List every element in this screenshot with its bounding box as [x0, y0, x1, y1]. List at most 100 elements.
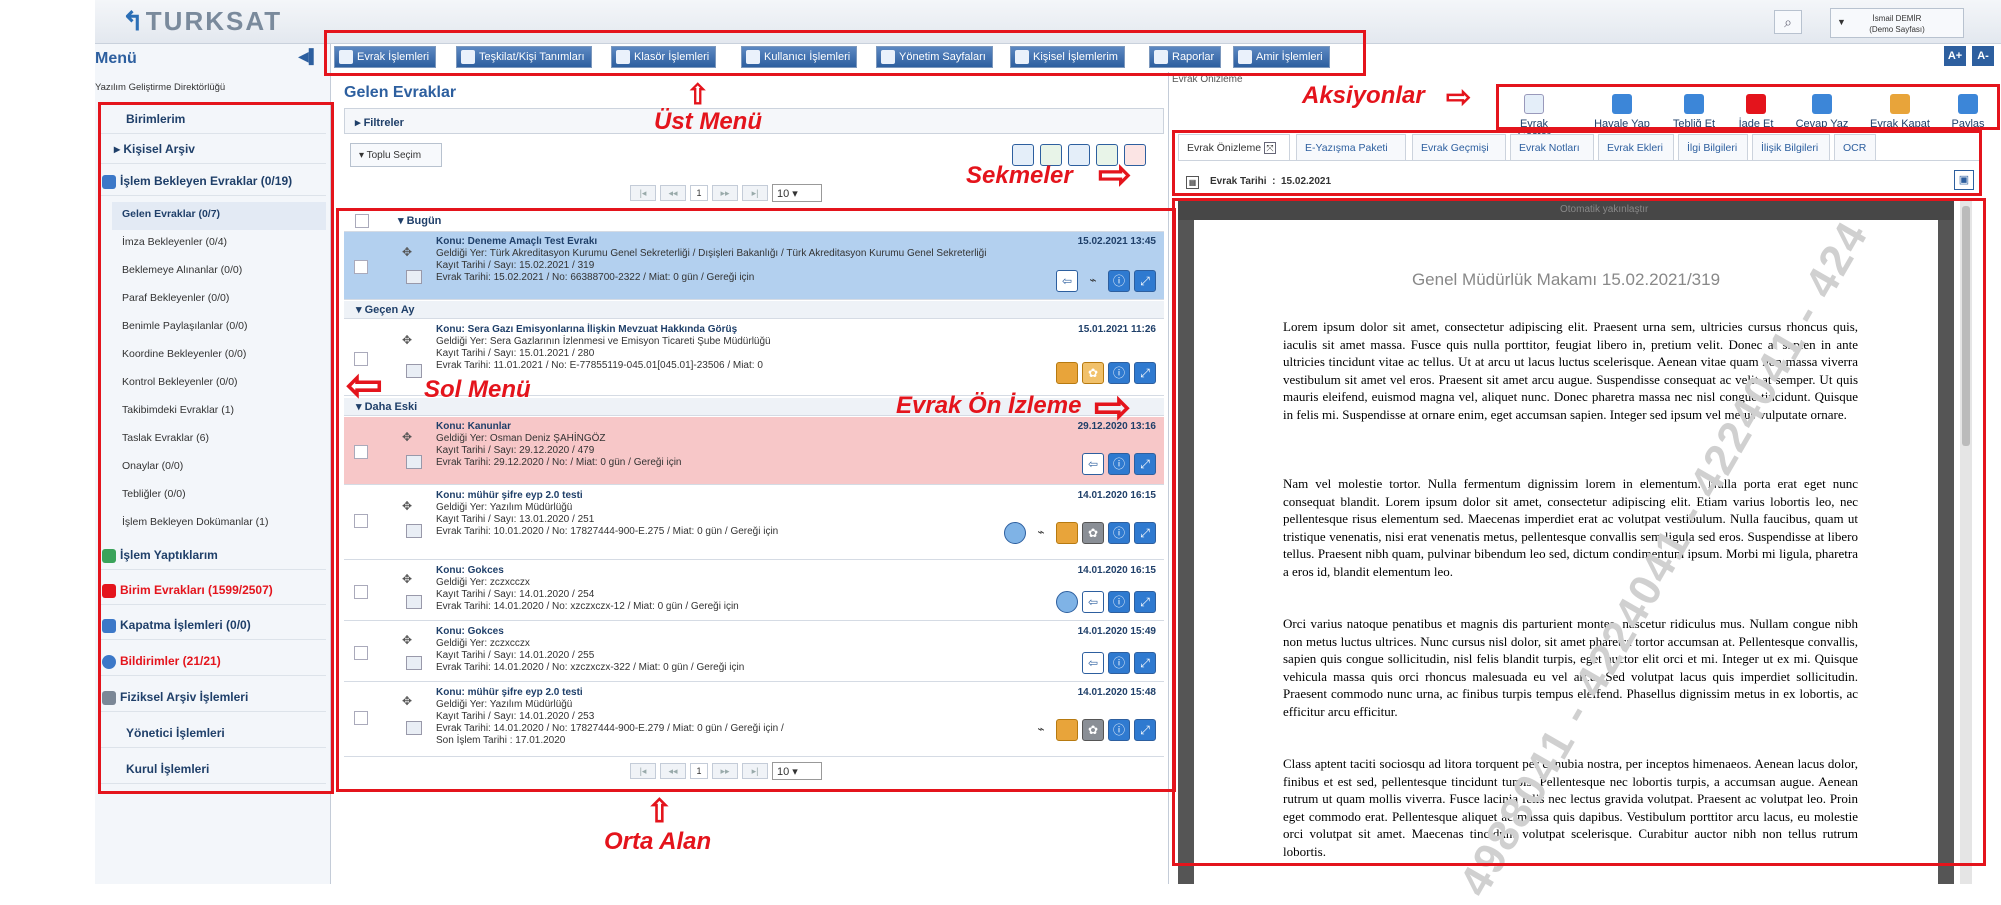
top-menu-amir[interactable]: Amir İşlemleri: [1233, 46, 1330, 68]
left-item-gelen-evraklar[interactable]: Gelen Evraklar (0/7): [112, 202, 326, 230]
top-menu-yonetim[interactable]: Yönetim Sayfaları: [876, 46, 993, 68]
attachment-icon[interactable]: ⌁: [1082, 270, 1104, 292]
left-item-dokumanlar[interactable]: İşlem Bekleyen Dokümanlar (1): [122, 510, 326, 538]
row-checkbox[interactable]: [354, 711, 368, 725]
move-icon[interactable]: ✥: [402, 500, 414, 512]
left-item-islem-yaptiklarim[interactable]: İşlem Yaptıklarım: [98, 540, 326, 570]
tab-e-yazisma[interactable]: E-Yazışma Paketi: [1296, 134, 1406, 160]
bulk-select-button[interactable]: ▾ Toplu Seçim: [350, 143, 442, 167]
attachment-icon[interactable]: ⌁: [1030, 522, 1052, 544]
left-item-taslak[interactable]: Taslak Evraklar (6): [122, 426, 326, 454]
left-item-birimlerim[interactable]: Birimlerim: [98, 104, 326, 134]
top-menu-evrak-islemleri[interactable]: Evrak İşlemleri: [334, 46, 437, 68]
return-icon[interactable]: ⇦: [1082, 652, 1104, 674]
collapse-menu-icon[interactable]: ◀▌: [298, 48, 319, 65]
splitter[interactable]: [1168, 72, 1169, 884]
move-icon[interactable]: ✥: [402, 246, 414, 258]
group-last-month[interactable]: ▾ Geçen Ay: [344, 301, 1164, 319]
action-iade-et[interactable]: İade Et: [1724, 94, 1788, 130]
tab-ilgi-bilgileri[interactable]: İlgi Bilgileri: [1678, 134, 1748, 160]
badge-icon[interactable]: ✿: [1082, 522, 1104, 544]
left-item-islem-bekleyen[interactable]: İşlem Bekleyen Evraklar (0/19): [98, 166, 326, 196]
badge-icon[interactable]: ✿: [1082, 362, 1104, 384]
left-item-takibimdeki[interactable]: Takibimdeki Evraklar (1): [122, 398, 326, 426]
left-item-kapatma[interactable]: Kapatma İşlemleri (0/0): [98, 610, 326, 640]
action-cevap-yaz[interactable]: Cevap Yaz: [1790, 94, 1854, 130]
tab-evrak-gecmisi[interactable]: Evrak Geçmişi: [1412, 134, 1506, 160]
left-item-koordine[interactable]: Koordine Bekleyenler (0/0): [122, 342, 326, 370]
comment-icon[interactable]: [1056, 591, 1078, 613]
tab-ocr[interactable]: OCR: [1834, 134, 1876, 160]
move-icon[interactable]: ✥: [402, 431, 414, 443]
user-menu[interactable]: ▼ İsmail DEMİR (Demo Sayfası): [1830, 8, 1964, 38]
attachment-icon[interactable]: ⌁: [1030, 719, 1052, 741]
move-icon[interactable]: ✥: [402, 334, 414, 346]
expand-icon[interactable]: ⤧: [1264, 142, 1277, 154]
left-item-beklemeye-alinanlar[interactable]: Beklemeye Alınanlar (0/0): [122, 258, 326, 286]
row-checkbox[interactable]: [354, 646, 368, 660]
tab-evrak-ekleri[interactable]: Evrak Ekleri: [1598, 134, 1674, 160]
open-icon[interactable]: ⤢: [1134, 652, 1156, 674]
top-menu-kullanici[interactable]: Kullanıcı İşlemleri: [741, 46, 858, 68]
row-checkbox[interactable]: [354, 585, 368, 599]
info-icon[interactable]: ⓘ: [1108, 362, 1130, 384]
tab-evrak-notlari[interactable]: Evrak Notları: [1510, 134, 1594, 160]
info-icon[interactable]: ⓘ: [1108, 522, 1130, 544]
left-item-yonetici[interactable]: Yönetici İşlemleri: [98, 718, 326, 748]
left-item-benimle-paylasilanlar[interactable]: Benimle Paylaşılanlar (0/0): [122, 314, 326, 342]
info-icon[interactable]: ⓘ: [1108, 652, 1130, 674]
left-item-kisisel-arsiv[interactable]: ▸ Kişisel Arşiv: [98, 134, 326, 164]
open-icon[interactable]: ⤢: [1134, 719, 1156, 741]
top-menu-raporlar[interactable]: Raporlar: [1149, 46, 1222, 68]
folder-icon[interactable]: [1056, 522, 1078, 544]
table-row[interactable]: ✥ Konu: Gokces Geldiği Yer: zczxcczx Kayıt…: [344, 561, 1164, 621]
info-icon[interactable]: ⓘ: [1108, 270, 1130, 292]
info-icon[interactable]: ⓘ: [1108, 453, 1130, 475]
badge-icon[interactable]: ✿: [1082, 719, 1104, 741]
folder-icon[interactable]: [1056, 719, 1078, 741]
page-size-select[interactable]: 10 ▾: [772, 184, 822, 202]
open-icon[interactable]: ⤢: [1134, 522, 1156, 544]
last-page-button[interactable]: ▸|: [742, 185, 768, 201]
open-icon[interactable]: ⤢: [1134, 270, 1156, 292]
left-item-kontrol[interactable]: Kontrol Bekleyenler (0/0): [122, 370, 326, 398]
action-havale-yap[interactable]: Havale Yap: [1590, 94, 1654, 130]
table-row[interactable]: ✥ Konu: Deneme Amaçlı Test Evrakı Geldiği…: [344, 232, 1164, 300]
first-page-button[interactable]: |◂: [630, 185, 656, 201]
open-icon[interactable]: ⤢: [1134, 453, 1156, 475]
move-icon[interactable]: ✥: [402, 634, 414, 646]
return-icon[interactable]: ⇦: [1082, 591, 1104, 613]
pdf-scrollbar-thumb[interactable]: [1962, 206, 1970, 446]
left-item-tebligler[interactable]: Tebliğler (0/0): [122, 482, 326, 510]
left-item-onaylar[interactable]: Onaylar (0/0): [122, 454, 326, 482]
prev-page-button[interactable]: ◂◂: [660, 763, 686, 779]
left-item-kurul[interactable]: Kurul İşlemleri: [98, 754, 326, 784]
table-row[interactable]: ✥ Konu: mühür şifre eyp 2.0 testi Geldiği…: [344, 683, 1164, 757]
action-evrak-kapat[interactable]: Evrak Kapat: [1868, 94, 1932, 130]
left-item-imza-bekleyenler[interactable]: İmza Bekleyenler (0/4): [122, 230, 326, 258]
open-icon[interactable]: ⤢: [1134, 591, 1156, 613]
comment-icon[interactable]: [1004, 522, 1026, 544]
table-row[interactable]: ✥ Konu: Kanunlar Geldiği Yer: Osman Deniz…: [344, 417, 1164, 485]
action-paylas[interactable]: Paylaş: [1938, 94, 1998, 130]
tab-evrak-onizleme[interactable]: Evrak Önizleme ⤧: [1178, 134, 1290, 160]
page-size-select[interactable]: 10 ▾: [772, 762, 822, 780]
prev-page-button[interactable]: ◂◂: [660, 185, 686, 201]
table-row[interactable]: ✥ Konu: mühür şifre eyp 2.0 testi Geldiği…: [344, 486, 1164, 560]
left-item-paraf-bekleyenler[interactable]: Paraf Bekleyenler (0/0): [122, 286, 326, 314]
table-row[interactable]: ✥ Konu: Gokces Geldiği Yer: zczxcczx Kayıt…: [344, 622, 1164, 682]
move-icon[interactable]: ✥: [402, 573, 414, 585]
row-checkbox[interactable]: [354, 514, 368, 528]
top-menu-kisisel[interactable]: Kişisel İşlemlerim: [1010, 46, 1125, 68]
top-menu-teskilat[interactable]: Teşkilat/Kişi Tanımları: [456, 46, 592, 68]
action-teblig-et[interactable]: Tebliğ Et: [1662, 94, 1726, 130]
top-menu-klasor[interactable]: Klasör İşlemleri: [611, 46, 717, 68]
tab-ilisik-bilgileri[interactable]: İlişik Bilgileri: [1752, 134, 1830, 160]
left-item-fiziksel-arsiv[interactable]: Fiziksel Arşiv İşlemleri: [98, 682, 326, 712]
first-page-button[interactable]: |◂: [630, 763, 656, 779]
open-icon[interactable]: ⤢: [1134, 362, 1156, 384]
left-item-bildirimler[interactable]: Bildirimler (21/21): [98, 646, 326, 676]
row-checkbox[interactable]: [354, 445, 368, 459]
search-button[interactable]: ⌕: [1774, 10, 1802, 34]
folder-icon[interactable]: [1056, 362, 1078, 384]
